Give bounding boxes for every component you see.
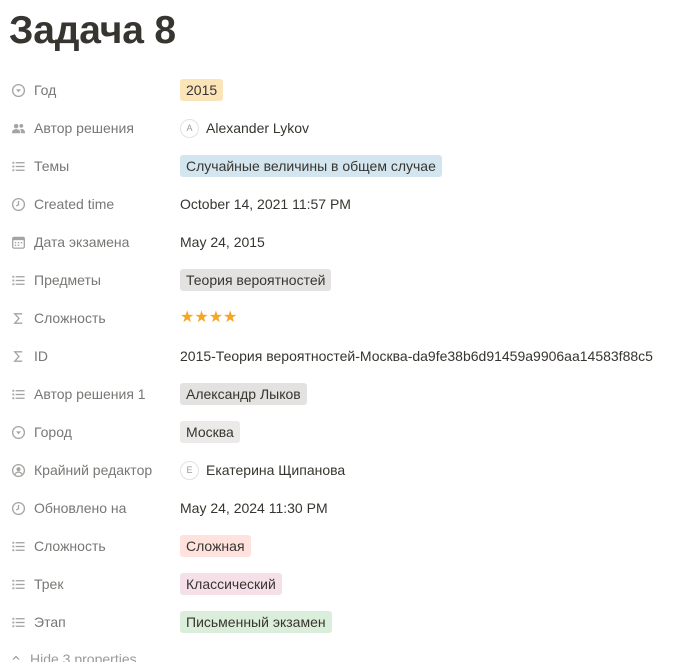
property-label: Автор решения 1: [34, 386, 146, 402]
property-name[interactable]: Created time: [10, 185, 175, 223]
clock-icon: [10, 500, 26, 516]
property-label: Обновлено на: [34, 500, 127, 516]
chevron-up-icon: [10, 651, 22, 662]
property-row: Дата экзамена May 24, 2015: [0, 223, 699, 261]
property-name[interactable]: Темы: [10, 147, 175, 185]
property-name[interactable]: Обновлено на: [10, 489, 175, 527]
property-label: Сложность: [34, 538, 106, 554]
property-row: Автор решения A Alexander Lykov: [0, 109, 699, 147]
property-value[interactable]: 2015: [180, 71, 689, 109]
property-name[interactable]: Крайний редактор: [10, 451, 175, 489]
property-value[interactable]: Классический: [180, 565, 689, 603]
page-title: Задача 8: [9, 9, 176, 52]
property-row: Год 2015: [0, 71, 699, 109]
property-name[interactable]: Автор решения 1: [10, 375, 175, 413]
person-chip[interactable]: A Alexander Lykov: [180, 118, 309, 138]
people-icon: [10, 120, 26, 136]
property-row: Обновлено на May 24, 2024 11:30 PM: [0, 489, 699, 527]
property-value[interactable]: A Alexander Lykov: [180, 109, 689, 147]
property-row: Крайний редактор E Екатерина Щипанова: [0, 451, 699, 489]
property-name[interactable]: Трек: [10, 565, 175, 603]
property-label: Темы: [34, 158, 70, 174]
property-text: May 24, 2015: [180, 234, 265, 250]
property-name[interactable]: Автор решения: [10, 109, 175, 147]
property-value[interactable]: October 14, 2021 11:57 PM: [180, 185, 689, 223]
property-value[interactable]: Сложная: [180, 527, 689, 565]
person-circle-icon: [10, 462, 26, 478]
property-label: Дата экзамена: [34, 234, 130, 250]
tag-chip[interactable]: Москва: [180, 421, 240, 443]
tag-chip[interactable]: Классический: [180, 573, 282, 595]
property-label: Предметы: [34, 272, 101, 288]
property-row: Предметы Теория вероятностей: [0, 261, 699, 299]
property-row: ID 2015-Теория вероятностей-Москва-da9fe3…: [0, 337, 699, 375]
property-name[interactable]: Сложность: [10, 299, 175, 337]
property-name[interactable]: Предметы: [10, 261, 175, 299]
calendar-icon: [10, 234, 26, 250]
tag-chip[interactable]: Письменный экзамен: [180, 611, 332, 633]
property-label: Created time: [34, 196, 115, 212]
property-value[interactable]: May 24, 2015: [180, 223, 689, 261]
property-name[interactable]: Сложность: [10, 527, 175, 565]
person-name: Екатерина Щипанова: [206, 462, 346, 478]
property-value[interactable]: May 24, 2024 11:30 PM: [180, 489, 689, 527]
list-icon: [10, 272, 26, 288]
select-icon: [10, 82, 26, 98]
property-row: Темы Случайные величины в общем случае: [0, 147, 699, 185]
property-row: Сложность Сложная: [0, 527, 699, 565]
hide-properties-label: Hide 3 properties: [30, 651, 137, 662]
clock-icon: [10, 196, 26, 212]
property-name[interactable]: Этап: [10, 603, 175, 641]
property-text: May 24, 2024 11:30 PM: [180, 500, 328, 516]
star-rating: ★★★★: [180, 309, 238, 326]
avatar: E: [180, 460, 199, 480]
property-value[interactable]: Случайные величины в общем случае: [180, 147, 689, 185]
tag-chip[interactable]: Сложная: [180, 535, 251, 557]
property-label: Город: [34, 424, 72, 440]
tag-chip[interactable]: 2015: [180, 79, 224, 101]
list-icon: [10, 614, 26, 630]
formula-icon: [10, 348, 26, 364]
property-row: Этап Письменный экзамен: [0, 603, 699, 641]
property-text: 2015-Теория вероятностей-Москва-da9fe38b…: [180, 348, 653, 364]
property-label: Сложность: [34, 310, 106, 326]
property-name[interactable]: Город: [10, 413, 175, 451]
property-name[interactable]: ID: [10, 337, 175, 375]
property-label: Трек: [34, 576, 64, 592]
avatar: A: [180, 118, 199, 138]
property-label: Год: [34, 82, 57, 98]
property-row: Город Москва: [0, 413, 699, 451]
property-value[interactable]: Москва: [180, 413, 689, 451]
list-icon: [10, 538, 26, 554]
property-value[interactable]: Письменный экзамен: [180, 603, 689, 641]
property-row: Автор решения 1 Александр Лыков: [0, 375, 699, 413]
property-label: ID: [34, 348, 48, 364]
property-row: Трек Классический: [0, 565, 699, 603]
select-icon: [10, 424, 26, 440]
property-name[interactable]: Год: [10, 71, 175, 109]
property-value[interactable]: Теория вероятностей: [180, 261, 689, 299]
property-value[interactable]: Александр Лыков: [180, 375, 689, 413]
list-icon: [10, 158, 26, 174]
property-label: Этап: [34, 614, 66, 630]
tag-chip[interactable]: Александр Лыков: [180, 383, 307, 405]
person-name: Alexander Lykov: [206, 120, 309, 136]
properties-list: Год 2015 Автор решения A Alexander Lykov Темы…: [0, 71, 699, 641]
property-name[interactable]: Дата экзамена: [10, 223, 175, 261]
property-value[interactable]: 2015-Теория вероятностей-Москва-da9fe38b…: [180, 337, 689, 375]
tag-chip[interactable]: Случайные величины в общем случае: [180, 155, 442, 177]
list-icon: [10, 386, 26, 402]
property-row: Created time October 14, 2021 11:57 PM: [0, 185, 699, 223]
hide-properties-button[interactable]: Hide 3 properties: [10, 644, 137, 662]
list-icon: [10, 576, 26, 592]
property-label: Автор решения: [34, 120, 134, 136]
property-text: October 14, 2021 11:57 PM: [180, 196, 351, 212]
formula-icon: [10, 310, 26, 326]
property-label: Крайний редактор: [34, 462, 153, 478]
person-chip[interactable]: E Екатерина Щипанова: [180, 460, 346, 480]
property-value[interactable]: ★★★★: [180, 299, 689, 337]
property-value[interactable]: E Екатерина Щипанова: [180, 451, 689, 489]
tag-chip[interactable]: Теория вероятностей: [180, 269, 332, 291]
property-row: Сложность ★★★★: [0, 299, 699, 337]
